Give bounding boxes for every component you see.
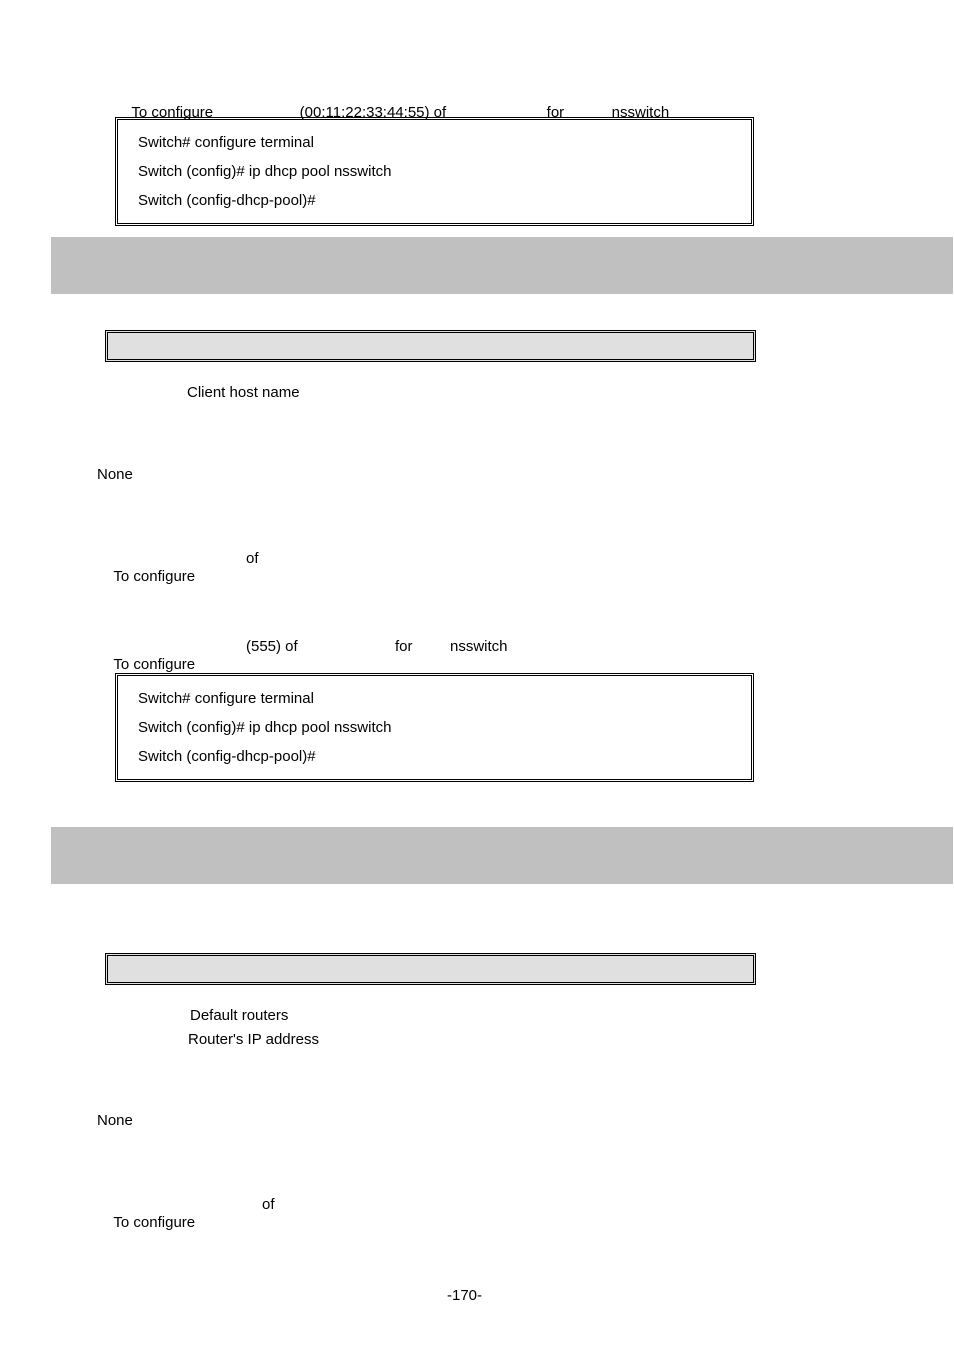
code-line: Switch (config-dhcp-pool)# <box>138 748 731 765</box>
code-line: Switch (config)# ip dhcp pool nsswitch <box>138 163 731 180</box>
default-clientname: None <box>97 466 133 484</box>
usage-line-of-2: of <box>262 1196 279 1214</box>
section-header-clientname <box>51 237 953 294</box>
example-line-num: (555) of <box>246 638 302 656</box>
usage-line-clientname: To configure <box>97 550 199 604</box>
code-line: Switch (config-dhcp-pool)# <box>138 192 731 209</box>
top-code-box: Switch# configure terminal Switch (confi… <box>115 117 754 226</box>
code-line: Switch (config)# ip dhcp pool nsswitch <box>138 719 731 736</box>
code-line: Switch# configure terminal <box>138 690 731 707</box>
usage-line-defaultrouter: To configure <box>97 1196 199 1250</box>
example-line-pool: nsswitch <box>450 638 508 656</box>
section-header-defaultrouter <box>51 827 953 884</box>
page-root: To configure (00:11:22:33:44:55) of for … <box>0 0 954 1350</box>
usage-line-of: of <box>246 550 263 568</box>
example-code-box: Switch# configure terminal Switch (confi… <box>115 673 754 782</box>
param-desc-defaultrouters: Default routers <box>190 1007 288 1025</box>
code-line: Switch# configure terminal <box>138 134 731 151</box>
example-line-for: for <box>395 638 417 656</box>
default-defaultrouter: None <box>97 1112 133 1130</box>
param-desc-clientname: Client host name <box>187 384 300 402</box>
syntax-box-clientname <box>105 330 756 362</box>
param-desc-routerip: Router's IP address <box>188 1031 319 1049</box>
syntax-box-defaultrouter <box>105 953 756 985</box>
page-number: -170- <box>447 1287 482 1304</box>
